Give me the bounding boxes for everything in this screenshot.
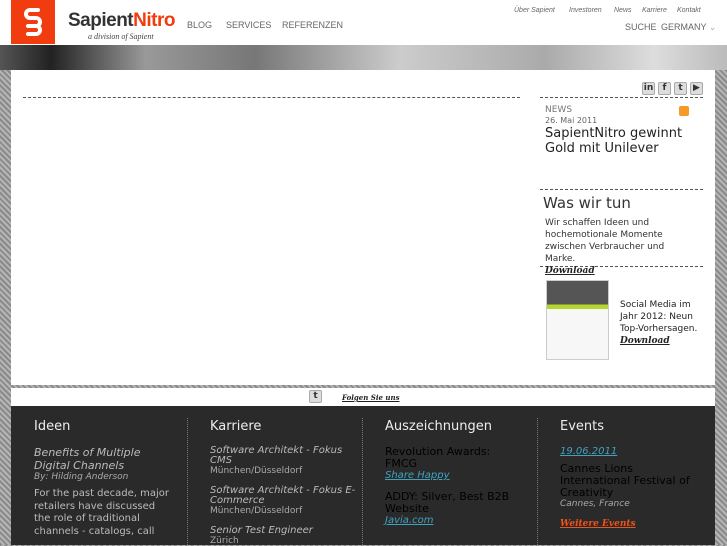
events-heading: Events [560, 419, 605, 434]
twitter-icon[interactable]: t [309, 390, 322, 403]
idea-author: By: Hilding Anderson [34, 472, 129, 482]
was-wir-tun-heading: Was wir tun [543, 194, 631, 212]
youtube-icon[interactable]: ▶ [690, 82, 703, 95]
column-separator [187, 418, 188, 545]
job-title: Senior Test Engineer [210, 525, 313, 536]
event-place: Cannes, France [560, 499, 630, 509]
award-name: Revolution Awards: FMCG [385, 445, 491, 470]
column-separator [362, 418, 363, 545]
rss-icon[interactable] [679, 106, 689, 116]
banner-image [0, 45, 727, 70]
util-news[interactable]: News [614, 7, 632, 14]
chevron-down-icon: ⌄ [708, 22, 717, 32]
job-item[interactable]: Software Architekt - Fokus CMS München/Dü… [210, 445, 360, 477]
awards-heading: Auszeichnungen [385, 419, 492, 434]
job-location: München/Düsseldorf [210, 506, 303, 516]
brand-part: Nitro [133, 10, 175, 31]
country-label: GERMANY [661, 22, 707, 32]
report-thumbnail[interactable] [546, 280, 609, 360]
util-kontakt[interactable]: Kontakt [677, 7, 701, 14]
brand-part: Sapient [68, 10, 134, 31]
util-karriere[interactable]: Karriere [642, 7, 667, 14]
footer-auszeichnungen: Auszeichnungen Revolution Awards: FMCG S… [385, 406, 535, 526]
footer-events: Events 19.06.2011 Cannes Lions Internati… [560, 406, 710, 529]
news-title[interactable]: SapientNitro gewinnt Gold mit Unilever [545, 126, 705, 156]
follow-link[interactable]: Folgen Sie uns [342, 393, 400, 402]
logo[interactable] [11, 0, 55, 44]
footer-ideen: Ideen Benefits of Multiple Digital Chann… [34, 406, 184, 538]
divider [540, 189, 703, 190]
news-label: NEWS [545, 105, 573, 115]
download-link[interactable]: Download [620, 336, 670, 346]
more-events-link[interactable]: Weitere Events [560, 519, 710, 529]
job-title: Software Architekt - Fokus E-Commerce [210, 485, 356, 506]
linkedin-icon[interactable]: in [642, 82, 655, 95]
teaser-text: Social Media im Jahr 2012: Neun Top-Vorh… [620, 300, 698, 334]
ideen-heading: Ideen [34, 419, 71, 434]
country-select[interactable]: GERMANY ⌄ [661, 22, 716, 33]
was-wir-tun-text: Wir schaffen Ideen und hochemotionale Mo… [545, 218, 665, 264]
download-link[interactable]: Download [545, 266, 595, 276]
divider [540, 97, 703, 98]
job-location: München/Düsseldorf [210, 466, 303, 476]
divider [23, 97, 520, 98]
idea-article-link[interactable]: Benefits of Multiple Digital Channels [34, 446, 154, 472]
nav-services[interactable]: SERVICES [226, 20, 271, 30]
column-separator [537, 418, 538, 545]
job-item[interactable]: Software Architekt - Fokus E-Commerce Mün… [210, 485, 360, 517]
nav-blog[interactable]: BLOG [187, 20, 212, 30]
idea-excerpt: For the past decade, major retailers hav… [34, 488, 170, 537]
social-links: in f t ▶ [642, 82, 703, 95]
award-link[interactable]: Javia.com [385, 515, 535, 526]
job-item[interactable]: Senior Test Engineer Zürich [210, 526, 360, 546]
util-investoren[interactable]: Investoren [569, 7, 602, 14]
award-link[interactable]: Share Happy [385, 470, 535, 481]
twitter-icon[interactable]: t [674, 82, 687, 95]
facebook-icon[interactable]: f [658, 82, 671, 95]
award-name: ADDY: Silver, Best B2B Website [385, 490, 510, 515]
event-name: Cannes Lions International Festival of C… [560, 462, 690, 499]
social-media-teaser: Social Media im Jahr 2012: Neun Top-Vorh… [620, 299, 710, 347]
news-date: 26. Mai 2011 [545, 116, 598, 125]
search-link[interactable]: SUCHE [625, 22, 657, 32]
karriere-heading: Karriere [210, 419, 262, 434]
nav-referenzen[interactable]: REFERENZEN [282, 20, 343, 30]
footer-karriere: Karriere Software Architekt - Fokus CMS M… [210, 406, 360, 546]
event-date-link[interactable]: 19.06.2011 [560, 446, 710, 457]
job-title: Software Architekt - Fokus CMS [210, 445, 343, 466]
util-ueber-sapient[interactable]: Über Sapient [514, 7, 555, 14]
tagline: a division of Sapient [88, 32, 154, 41]
brand-name[interactable]: SapientNitro [68, 10, 175, 32]
logo-icon [24, 8, 42, 36]
